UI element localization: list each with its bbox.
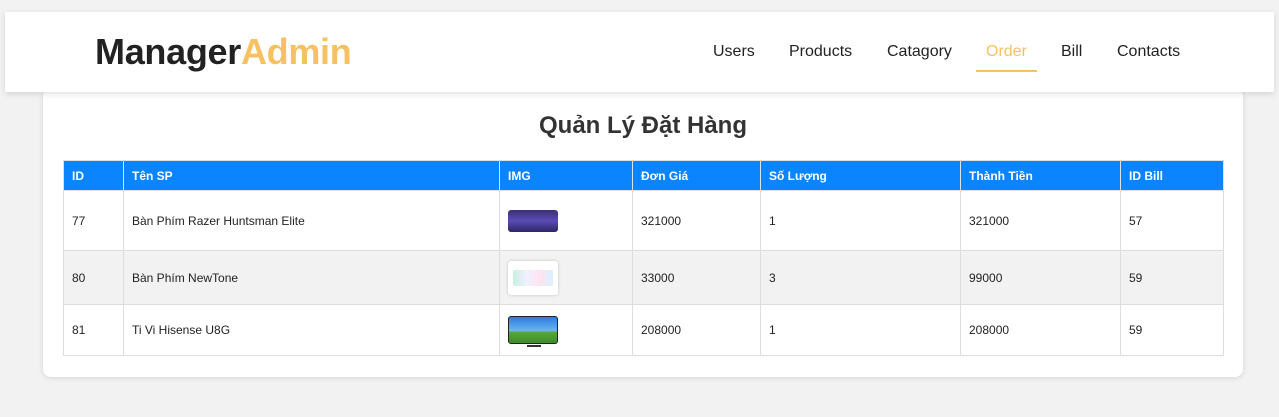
tv-image: [508, 316, 558, 347]
cell-image: [499, 190, 633, 251]
main-nav: Users Products Catagory Order Bill Conta…: [5, 12, 1274, 92]
nav-item-users[interactable]: Users: [713, 42, 755, 62]
column-header-quantity: Số Lượng: [760, 160, 961, 191]
column-header-product-name: Tên SP: [123, 160, 500, 191]
keyboard-image: [508, 260, 558, 295]
cell-unit-price: 33000: [632, 250, 761, 305]
nav-item-catagory[interactable]: Catagory: [887, 42, 952, 62]
cell-product-name: Bàn Phím Razer Huntsman Elite: [123, 190, 500, 251]
nav-item-bill[interactable]: Bill: [1061, 42, 1082, 62]
table-row: 77 Bàn Phím Razer Huntsman Elite 321000 …: [63, 190, 1224, 251]
column-header-image: IMG: [499, 160, 633, 191]
cell-product-name: Bàn Phím NewTone: [123, 250, 500, 305]
nav-item-order[interactable]: Order: [986, 42, 1027, 62]
cell-bill-id: 57: [1120, 190, 1224, 251]
top-navbar: ManagerAdmin Users Products Catagory Ord…: [5, 12, 1274, 92]
cell-unit-price: 208000: [632, 304, 761, 356]
cell-quantity: 3: [760, 250, 961, 305]
nav-item-products[interactable]: Products: [789, 42, 852, 62]
cell-product-name: Ti Vi Hisense U8G: [123, 304, 500, 356]
table-header-row: ID Tên SP IMG Đơn Giá Số Lượng Thành Tiề…: [63, 160, 1224, 191]
orders-table: ID Tên SP IMG Đơn Giá Số Lượng Thành Tiề…: [63, 160, 1224, 356]
cell-id: 80: [63, 250, 124, 305]
cell-quantity: 1: [760, 304, 961, 356]
column-header-unit-price: Đơn Giá: [632, 160, 761, 191]
table-row: 81 Ti Vi Hisense U8G 208000 1 208000 59: [63, 304, 1224, 356]
cell-total: 99000: [960, 250, 1121, 305]
cell-image: [499, 250, 633, 305]
cell-id: 81: [63, 304, 124, 356]
cell-total: 321000: [960, 190, 1121, 251]
cell-bill-id: 59: [1120, 250, 1224, 305]
page-title: Quản Lý Đặt Hàng: [538, 112, 748, 139]
keyboard-image: [508, 209, 558, 232]
column-header-total: Thành Tiền: [960, 160, 1121, 191]
cell-total: 208000: [960, 304, 1121, 356]
orders-card: Quản Lý Đặt Hàng ID Tên SP IMG Đơn Giá S…: [43, 88, 1243, 377]
column-header-id: ID: [63, 160, 124, 191]
nav-item-contacts[interactable]: Contacts: [1117, 42, 1180, 62]
cell-image: [499, 304, 633, 356]
cell-id: 77: [63, 190, 124, 251]
active-nav-underline: [976, 70, 1037, 72]
cell-bill-id: 59: [1120, 304, 1224, 356]
column-header-bill-id: ID Bill: [1120, 160, 1224, 191]
table-row: 80 Bàn Phím NewTone 33000 3 99000 59: [63, 250, 1224, 305]
cell-quantity: 1: [760, 190, 961, 251]
cell-unit-price: 321000: [632, 190, 761, 251]
